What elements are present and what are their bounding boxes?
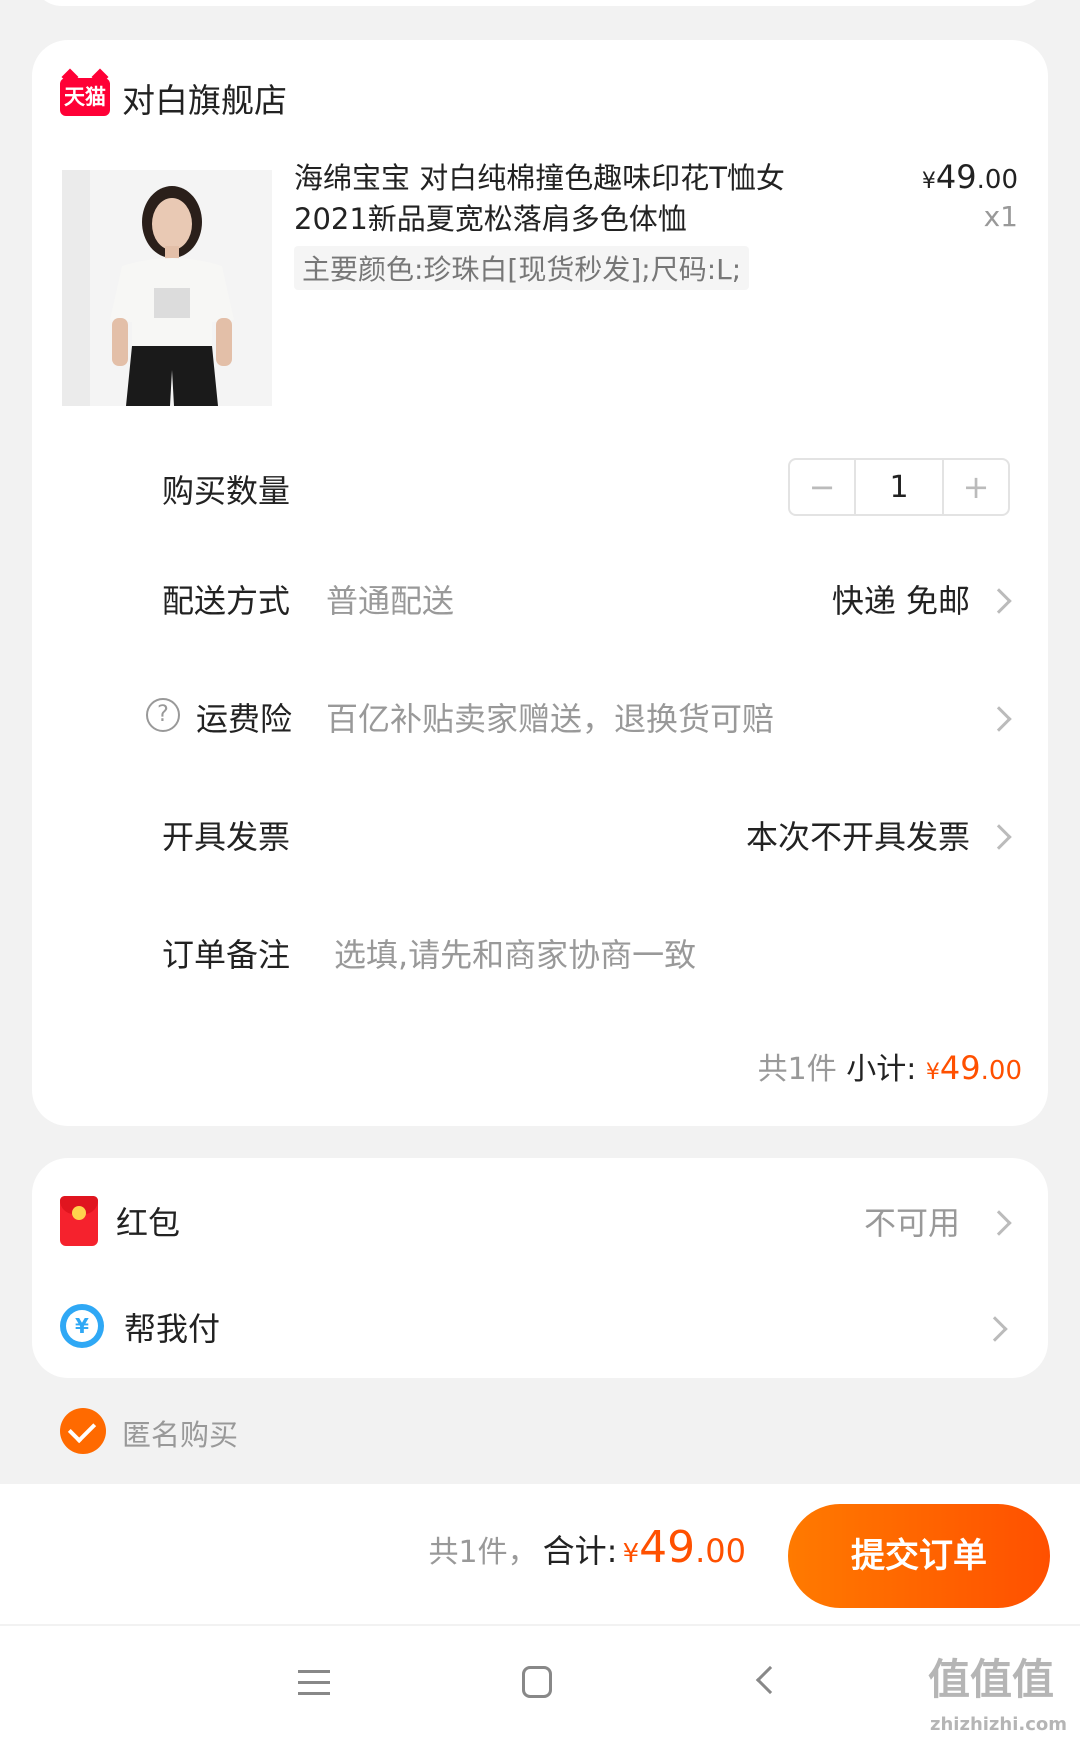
quantity-label: 购买数量 bbox=[162, 472, 291, 510]
total-summary: 共1件， 合计: ¥49.00 bbox=[428, 1522, 746, 1573]
subtotal: 共1件 小计: ¥49.00 bbox=[757, 1049, 1022, 1087]
insurance-value: 百亿补贴卖家赠送，退换货可赔 bbox=[326, 700, 775, 738]
chevron-right-icon bbox=[986, 588, 1012, 614]
question-icon[interactable]: ? bbox=[146, 698, 180, 732]
insurance-label: 运费险 bbox=[196, 700, 293, 738]
order-card: 天猫 对白旗舰店 海绵宝宝 对白纯棉撞色趣味印花T恤女 2021新品夏宽松落肩多… bbox=[32, 40, 1048, 1126]
helppay-row[interactable]: ¥ 帮我付 bbox=[32, 1304, 1048, 1364]
redpacket-label: 红包 bbox=[116, 1204, 181, 1242]
redpacket-value: 不可用 bbox=[863, 1204, 960, 1242]
tmall-icon: 天猫 bbox=[60, 78, 110, 116]
invoice-value: 本次不开具发票 bbox=[745, 818, 970, 856]
chevron-right-icon bbox=[986, 824, 1012, 850]
anonymous-purchase-label[interactable]: 匿名购买 bbox=[122, 1412, 238, 1454]
order-note-input[interactable]: 选填,请先和商家协商一致 bbox=[334, 930, 1014, 976]
watermark-url: zhizhizhi.com bbox=[930, 1714, 1068, 1735]
quantity-value[interactable]: 1 bbox=[854, 460, 944, 514]
minus-button[interactable]: − bbox=[790, 460, 854, 514]
back-icon[interactable] bbox=[755, 1665, 785, 1695]
note-label: 订单备注 bbox=[162, 936, 291, 974]
sku-spec[interactable]: 主要颜色:珍珠白[现货秒发];尺码:L; bbox=[294, 246, 750, 290]
redpacket-row[interactable]: 红包 不可用 bbox=[32, 1196, 1048, 1258]
quantity-stepper: − 1 + bbox=[788, 458, 1010, 516]
invoice-row[interactable]: 开具发票 本次不开具发票 bbox=[32, 804, 1048, 864]
home-icon[interactable] bbox=[522, 1666, 552, 1698]
submit-order-button[interactable]: 提交订单 bbox=[788, 1504, 1050, 1608]
product-image[interactable] bbox=[62, 170, 272, 406]
delivery-value: 快递 免邮 bbox=[831, 582, 970, 620]
delivery-type: 普通配送 bbox=[326, 582, 455, 620]
redpacket-icon bbox=[60, 1196, 98, 1246]
watermark: 值值值 bbox=[928, 1655, 1055, 1704]
check-icon[interactable] bbox=[60, 1408, 106, 1454]
invoice-label: 开具发票 bbox=[162, 818, 291, 856]
payment-options-card: 红包 不可用 ¥ 帮我付 bbox=[32, 1158, 1048, 1378]
delivery-row[interactable]: 配送方式 普通配送 快递 免邮 bbox=[32, 568, 1048, 628]
plus-button[interactable]: + bbox=[944, 460, 1008, 514]
submit-bar: 共1件， 合计: ¥49.00 提交订单 bbox=[0, 1484, 1080, 1624]
previous-card bbox=[32, 0, 1048, 6]
chevron-right-icon bbox=[982, 1316, 1008, 1342]
chevron-right-icon bbox=[986, 706, 1012, 732]
product-price: ¥49.00 bbox=[921, 158, 1018, 196]
system-nav-bar: 值值值 zhizhizhi.com bbox=[0, 1626, 1080, 1749]
menu-icon[interactable] bbox=[298, 1670, 330, 1696]
helppay-icon: ¥ bbox=[60, 1304, 104, 1348]
delivery-label: 配送方式 bbox=[162, 582, 291, 620]
helppay-label: 帮我付 bbox=[124, 1310, 221, 1348]
shipping-insurance-row[interactable]: ? 运费险 百亿补贴卖家赠送，退换货可赔 bbox=[32, 686, 1048, 746]
product-qty: x1 bbox=[983, 200, 1018, 233]
shop-name[interactable]: 对白旗舰店 bbox=[122, 74, 287, 122]
chevron-right-icon bbox=[986, 1210, 1012, 1236]
product-title[interactable]: 海绵宝宝 对白纯棉撞色趣味印花T恤女 2021新品夏宽松落肩多色体恤 bbox=[294, 158, 794, 240]
